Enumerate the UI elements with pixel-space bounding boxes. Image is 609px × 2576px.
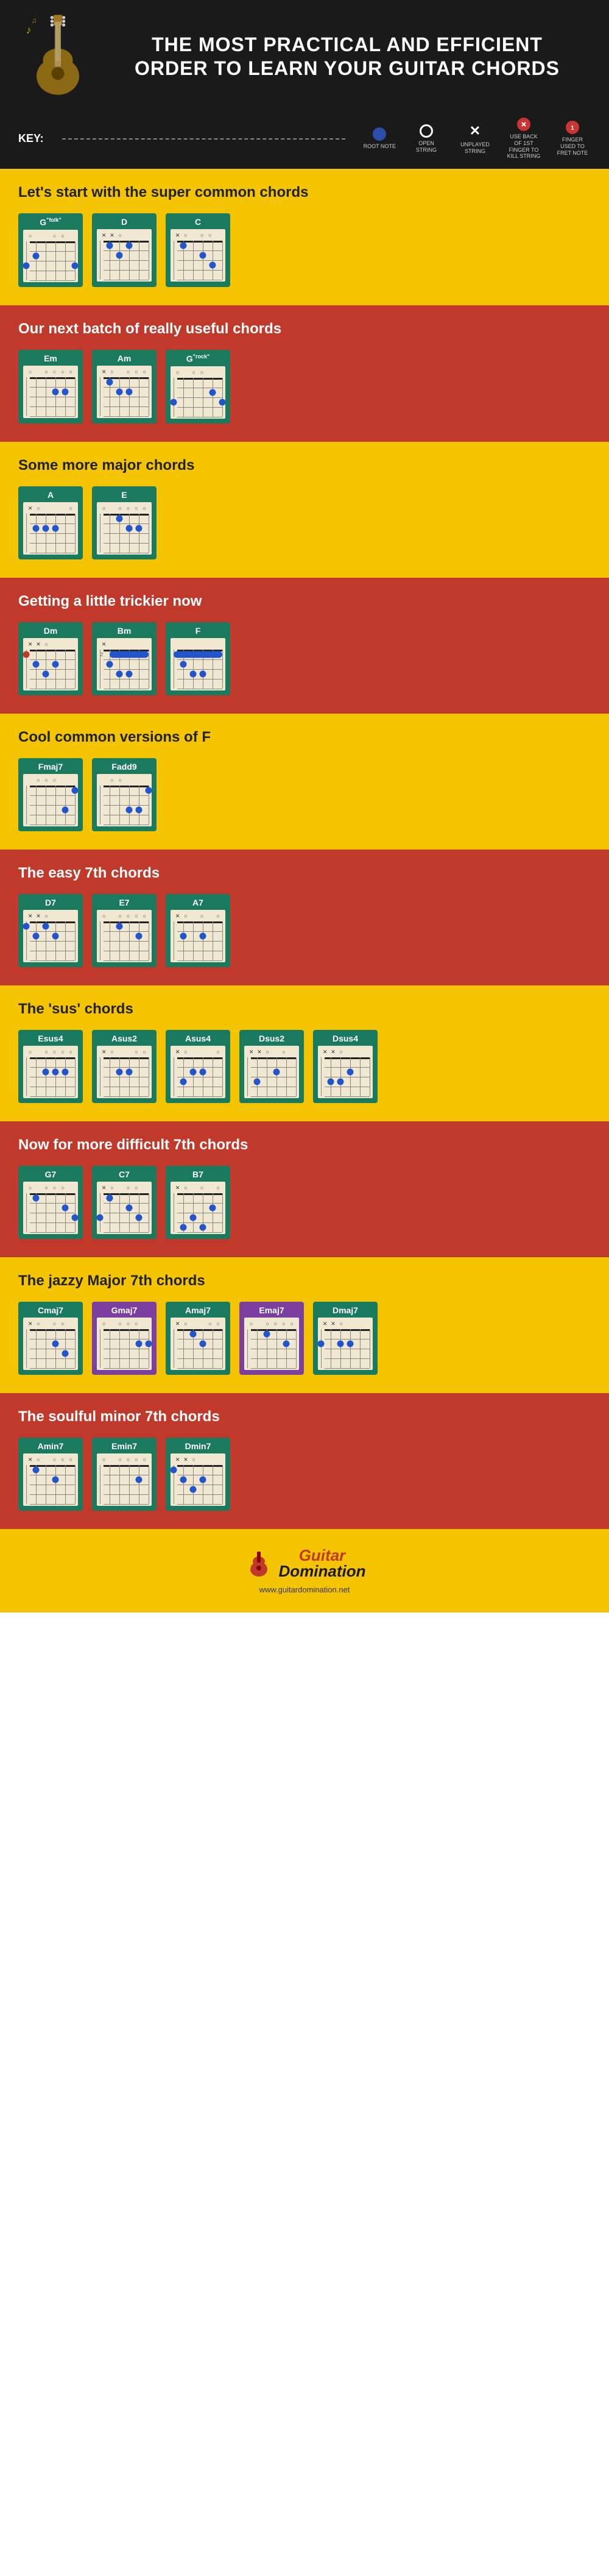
chords-row-sus: Esus4 ○ ○ ○ ○ ○ [12, 1030, 597, 1103]
chords-row-diff-7th: G7 ○ ○ ○ ○ [12, 1166, 597, 1239]
section-title-useful: Our next batch of really useful chords [12, 321, 597, 338]
chord-b7: B7 ✕ ○ ○ ○ [166, 1166, 230, 1239]
chord-c7: C7 ✕ ○ ○ ○ [92, 1166, 157, 1239]
chord-dsus2: Dsus2 ✕ ✕ ○ ○ [239, 1030, 304, 1103]
key-unplayed: ✕ UNPLAYED STRING [457, 123, 493, 155]
section-major: Some more major chords A ✕ ○ ○ [0, 442, 609, 578]
svg-text:♫: ♫ [31, 16, 37, 25]
footer-logo-line1: Guitar [279, 1547, 366, 1563]
section-title-major: Some more major chords [12, 457, 597, 474]
chords-row-f-versions: Fmaj7 ○ ○ ○ [12, 758, 597, 831]
section-easy-7th: The easy 7th chords D7 ✕ ✕ ○ [0, 850, 609, 985]
chord-em: Em ○ ○ ○ ○ ○ [18, 350, 83, 424]
chord-f: F [166, 622, 230, 695]
chords-row-easy-7th: D7 ✕ ✕ ○ [12, 894, 597, 967]
section-diff-7th: Now for more difficult 7th chords G7 ○ ○… [0, 1121, 609, 1257]
chord-a7: A7 ✕ ○ ○ ○ [166, 894, 230, 967]
section-title-sus: The 'sus' chords [12, 1001, 597, 1018]
section-title-super-common: Let's start with the super common chords [12, 184, 597, 201]
section-super-common: Let's start with the super common chords… [0, 169, 609, 305]
chord-dmin7: Dmin7 ✕ ✕ ○ [166, 1438, 230, 1511]
chord-dmaj7: Dmaj7 ✕ ✕ ○ [313, 1302, 378, 1375]
chord-bm: Bm ✕ [92, 622, 157, 695]
header-section: ♪ ♫ THE MOST PRACTICAL AND EFFICIENT ORD… [0, 0, 609, 113]
key-fret-note: 1 FINGER USED TO FRET NOTE [554, 121, 591, 156]
key-root-note: ROOT NOTE [364, 127, 396, 150]
open-string-symbol [420, 124, 433, 138]
section-jazzy-maj7: The jazzy Major 7th chords Cmaj7 ✕ ○ ○ ○ [0, 1257, 609, 1393]
chord-am: Am ✕ ○ ○ ○ ○ [92, 350, 157, 424]
key-open-string: OPEN STRING [408, 124, 445, 154]
footer-logo-line2: Domination [279, 1563, 366, 1579]
section-useful: Our next batch of really useful chords E… [0, 305, 609, 442]
section-title-easy-7th: The easy 7th chords [12, 865, 597, 882]
svg-text:1: 1 [571, 125, 574, 132]
chord-g-folk: G"folk" ○ ○ ○ [18, 213, 83, 287]
chord-fmaj7: Fmaj7 ○ ○ ○ [18, 758, 83, 831]
section-sus: The 'sus' chords Esus4 ○ ○ ○ ○ ○ [0, 985, 609, 1121]
chord-d7: D7 ✕ ✕ ○ [18, 894, 83, 967]
key-section: KEY: ROOT NOTE OPEN STRING ✕ UNPLAYED ST… [0, 113, 609, 169]
section-f-versions: Cool common versions of F Fmaj7 ○ ○ ○ [0, 714, 609, 850]
guitar-illustration: ♪ ♫ [18, 12, 104, 101]
fret-note-symbol: 1 [566, 121, 579, 134]
chord-emin7: Emin7 ○ ○ ○ ○ ○ [92, 1438, 157, 1511]
section-title-soulful-min7: The soulful minor 7th chords [12, 1408, 597, 1425]
footer-logo: Guitar Domination www.guitardomination.n… [18, 1547, 591, 1594]
chord-d: D ✕ ✕ ○ [92, 213, 157, 287]
section-title-tricky: Getting a little trickier now [12, 593, 597, 610]
chord-cmaj7: Cmaj7 ✕ ○ ○ ○ [18, 1302, 83, 1375]
key-back-finger: USE BACK OF 1ST FINGER TO KILL STRING [505, 118, 542, 160]
chord-dm: Dm ✕ ✕ ○ [18, 622, 83, 695]
chord-esus4: Esus4 ○ ○ ○ ○ ○ [18, 1030, 83, 1103]
back-finger-symbol [517, 118, 530, 131]
chord-amin7: Amin7 ✕ ○ ○ ○ ○ [18, 1438, 83, 1511]
chord-a: A ✕ ○ ○ [18, 486, 83, 559]
section-title-diff-7th: Now for more difficult 7th chords [12, 1137, 597, 1154]
chord-g-rock: G"rock" ○ ○ ○ [166, 350, 230, 424]
chord-e7: E7 ○ ○ ○ ○ ○ [92, 894, 157, 967]
chords-row-jazzy-maj7: Cmaj7 ✕ ○ ○ ○ [12, 1302, 597, 1375]
section-tricky: Getting a little trickier now Dm ✕ ✕ ○ [0, 578, 609, 714]
dashed-divider [62, 138, 345, 140]
svg-text:♪: ♪ [26, 24, 32, 36]
chords-row-tricky: Dm ✕ ✕ ○ [12, 622, 597, 695]
header-title: THE MOST PRACTICAL AND EFFICIENT ORDER T… [104, 33, 591, 80]
chord-amaj7: Amaj7 ✕ ○ ○ ○ [166, 1302, 230, 1375]
chord-dsus4: Dsus4 ✕ ✕ ○ [313, 1030, 378, 1103]
chord-asus4: Asus4 ✕ ○ ○ [166, 1030, 230, 1103]
footer: Guitar Domination www.guitardomination.n… [0, 1529, 609, 1613]
chord-emaj7: Emaj7 ○ ○ ○ ○ ○ [239, 1302, 304, 1375]
chords-row-major: A ✕ ○ ○ [12, 486, 597, 559]
chord-fadd9: Fadd9 ○ ○ [92, 758, 157, 831]
section-soulful-min7: The soulful minor 7th chords Amin7 ✕ ○ ○… [0, 1393, 609, 1529]
chord-gmaj7: Gmaj7 ○ ○ ○ ○ [92, 1302, 157, 1375]
chord-c: C ✕ ○ ○ ○ [166, 213, 230, 287]
footer-guitar-icon [244, 1548, 274, 1578]
chord-g7: G7 ○ ○ ○ ○ [18, 1166, 83, 1239]
chords-row-useful: Em ○ ○ ○ ○ ○ [12, 350, 597, 424]
section-title-jazzy-maj7: The jazzy Major 7th chords [12, 1272, 597, 1290]
footer-url: www.guitardomination.net [259, 1585, 350, 1594]
chord-asus2: Asus2 ✕ ○ ○ ○ [92, 1030, 157, 1103]
chord-e: E ○ ○ ○ ○ ○ [92, 486, 157, 559]
unplayed-symbol: ✕ [470, 123, 481, 139]
section-title-f-versions: Cool common versions of F [12, 729, 597, 746]
root-note-symbol [373, 127, 386, 141]
chords-row-soulful-min7: Amin7 ✕ ○ ○ ○ ○ [12, 1438, 597, 1511]
key-label: KEY: [18, 132, 44, 145]
chords-row-super-common: G"folk" ○ ○ ○ [12, 213, 597, 287]
